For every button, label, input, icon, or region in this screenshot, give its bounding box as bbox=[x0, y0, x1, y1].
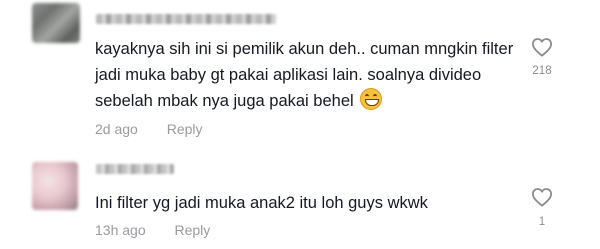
like-button[interactable]: 218 bbox=[527, 37, 557, 77]
comment-text-content: kayaknya sih ini si pemilik akun deh.. c… bbox=[95, 40, 514, 110]
avatar[interactable] bbox=[32, 162, 78, 210]
like-count: 1 bbox=[538, 216, 546, 228]
heart-outline-icon bbox=[532, 188, 552, 207]
like-count: 218 bbox=[532, 65, 552, 77]
comment-text: kayaknya sih ini si pemilik akun deh.. c… bbox=[95, 36, 525, 114]
heart-outline-icon bbox=[532, 38, 552, 57]
comment-meta: 13h ago Reply bbox=[95, 222, 210, 238]
avatar[interactable] bbox=[32, 3, 80, 43]
comment-item: Ini filter yg jadi muka anak2 itu loh gu… bbox=[0, 150, 600, 249]
reply-button[interactable]: Reply bbox=[175, 222, 211, 238]
like-button[interactable]: 1 bbox=[527, 187, 557, 228]
comment-item: kayaknya sih ini si pemilik akun deh.. c… bbox=[0, 0, 600, 150]
comment-timestamp: 13h ago bbox=[95, 222, 146, 238]
username-blurred[interactable] bbox=[96, 14, 276, 24]
username-blurred[interactable] bbox=[96, 164, 174, 174]
comment-text: Ini filter yg jadi muka anak2 itu loh gu… bbox=[95, 194, 428, 212]
reply-button[interactable]: Reply bbox=[167, 121, 203, 137]
grinning-face-emoji bbox=[359, 88, 382, 110]
comment-meta: 2d ago Reply bbox=[95, 121, 203, 137]
comment-timestamp: 2d ago bbox=[95, 121, 138, 137]
